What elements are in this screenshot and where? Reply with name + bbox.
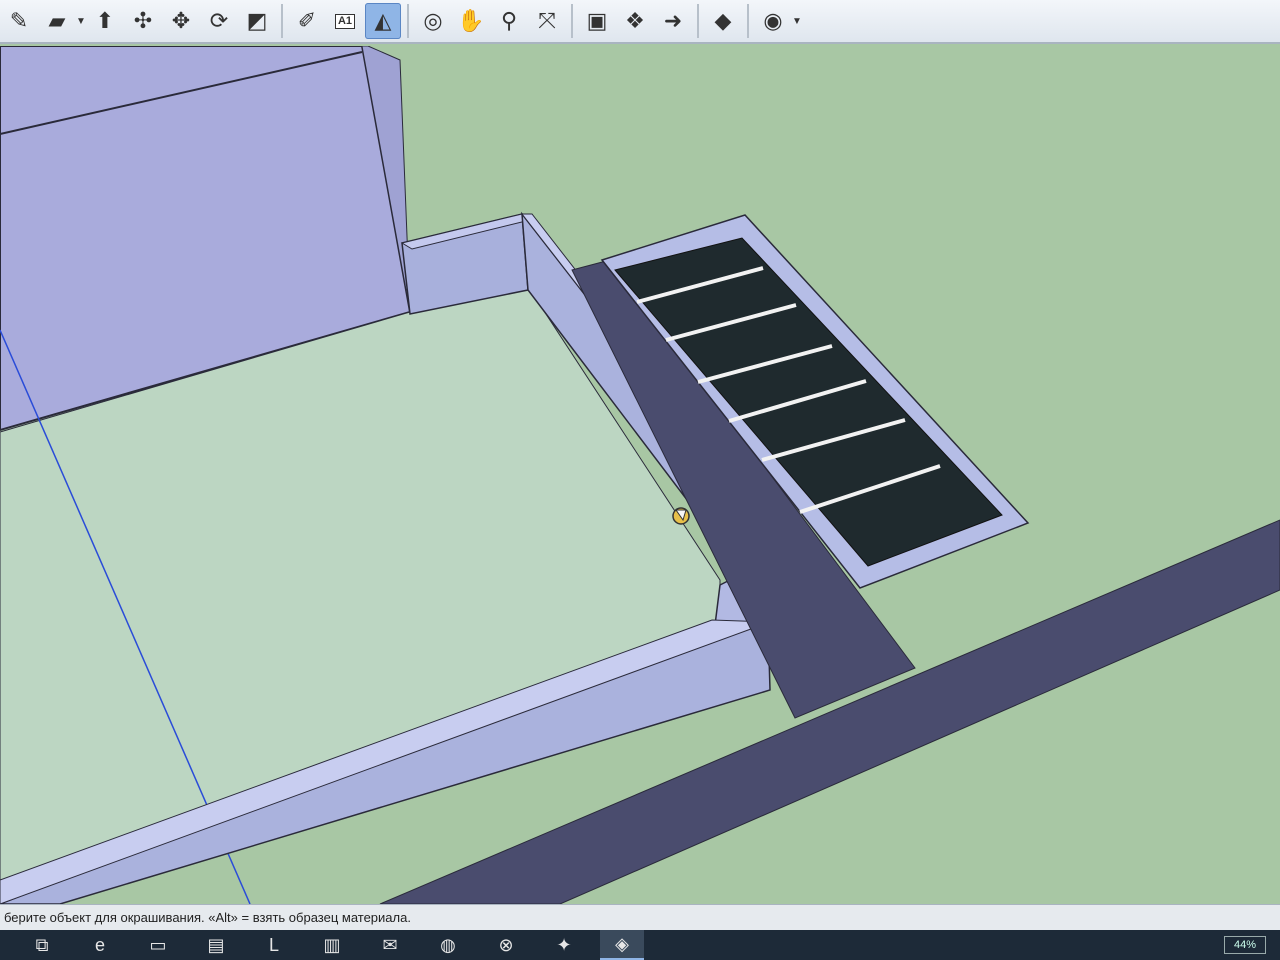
file-explorer-icon[interactable]: ▭ [136, 930, 180, 960]
chrome-browser-icon[interactable]: ◍ [426, 930, 470, 960]
eraser-tool-icon[interactable]: ▰ [39, 3, 75, 39]
follow-me-tool-icon[interactable]: ✣ [125, 3, 161, 39]
extension-warehouse-icon[interactable]: ❖ [617, 3, 653, 39]
pan-tool-icon[interactable]: ✋ [453, 3, 489, 39]
push-pull-tool-icon[interactable]: ⬆ [87, 3, 123, 39]
toolbar-separator [747, 4, 749, 38]
select-tool-icon[interactable]: ✎ [1, 3, 37, 39]
text-tool-label: A1 [334, 13, 356, 29]
paint-bucket-cursor-icon [672, 507, 690, 525]
media-app-icon[interactable]: ▥ [310, 930, 354, 960]
toolbar-separator [281, 4, 283, 38]
layout-send-icon[interactable]: ➜ [655, 3, 691, 39]
model-viewport[interactable] [0, 46, 1280, 904]
move-tool-icon[interactable]: ✥ [163, 3, 199, 39]
rotate-tool-icon[interactable]: ⟳ [201, 3, 237, 39]
zoom-extents-tool-icon[interactable]: ⤧ [529, 3, 565, 39]
status-bar: берите объект для окрашивания. «Alt» = в… [0, 904, 1280, 930]
sketchup-app-icon[interactable]: ◈ [600, 930, 644, 960]
offset-tool-icon[interactable]: ◩ [239, 3, 275, 39]
app-l-icon[interactable]: L [252, 930, 296, 960]
store-icon[interactable]: ▤ [194, 930, 238, 960]
orbit-tool-icon[interactable]: ◎ [415, 3, 451, 39]
text-tool-icon[interactable]: A1 [327, 3, 363, 39]
task-view-icon[interactable]: ⧉ [20, 930, 64, 960]
paint-bucket-tool-icon[interactable]: ◭ [365, 3, 401, 39]
star-app-icon[interactable]: ✦ [542, 930, 586, 960]
dropdown-caret-icon[interactable]: ▼ [792, 16, 802, 27]
account-icon[interactable]: ◉ [755, 3, 791, 39]
game-app-icon[interactable]: ⊗ [484, 930, 528, 960]
battery-indicator[interactable]: 44% [1224, 936, 1266, 954]
3d-warehouse-icon[interactable]: ▣ [579, 3, 615, 39]
dropdown-caret-icon[interactable]: ▼ [76, 16, 86, 27]
status-text: берите объект для окрашивания. «Alt» = в… [4, 910, 411, 925]
edge-browser-icon[interactable]: e [78, 930, 122, 960]
system-tray: 44% [1224, 935, 1266, 955]
toolbar-separator [697, 4, 699, 38]
mail-icon[interactable]: ✉ [368, 930, 412, 960]
windows-taskbar: ⧉ e ▭ ▤ L ▥ ✉ ◍ ⊗ ✦ ◈ 44% [0, 930, 1280, 960]
zoom-tool-icon[interactable]: ⚲ [491, 3, 527, 39]
main-toolbar: ✎ ▰ ▼ ⬆ ✣ ✥ ⟳ ◩ ✐ A1 ◭ ◎ ✋ ⚲ ⤧ ▣ ❖ ➜ ◆ ◉ ▼ [0, 0, 1280, 44]
ruby-extension-icon[interactable]: ◆ [705, 3, 741, 39]
tape-measure-tool-icon[interactable]: ✐ [289, 3, 325, 39]
toolbar-separator [571, 4, 573, 38]
toolbar-separator [407, 4, 409, 38]
